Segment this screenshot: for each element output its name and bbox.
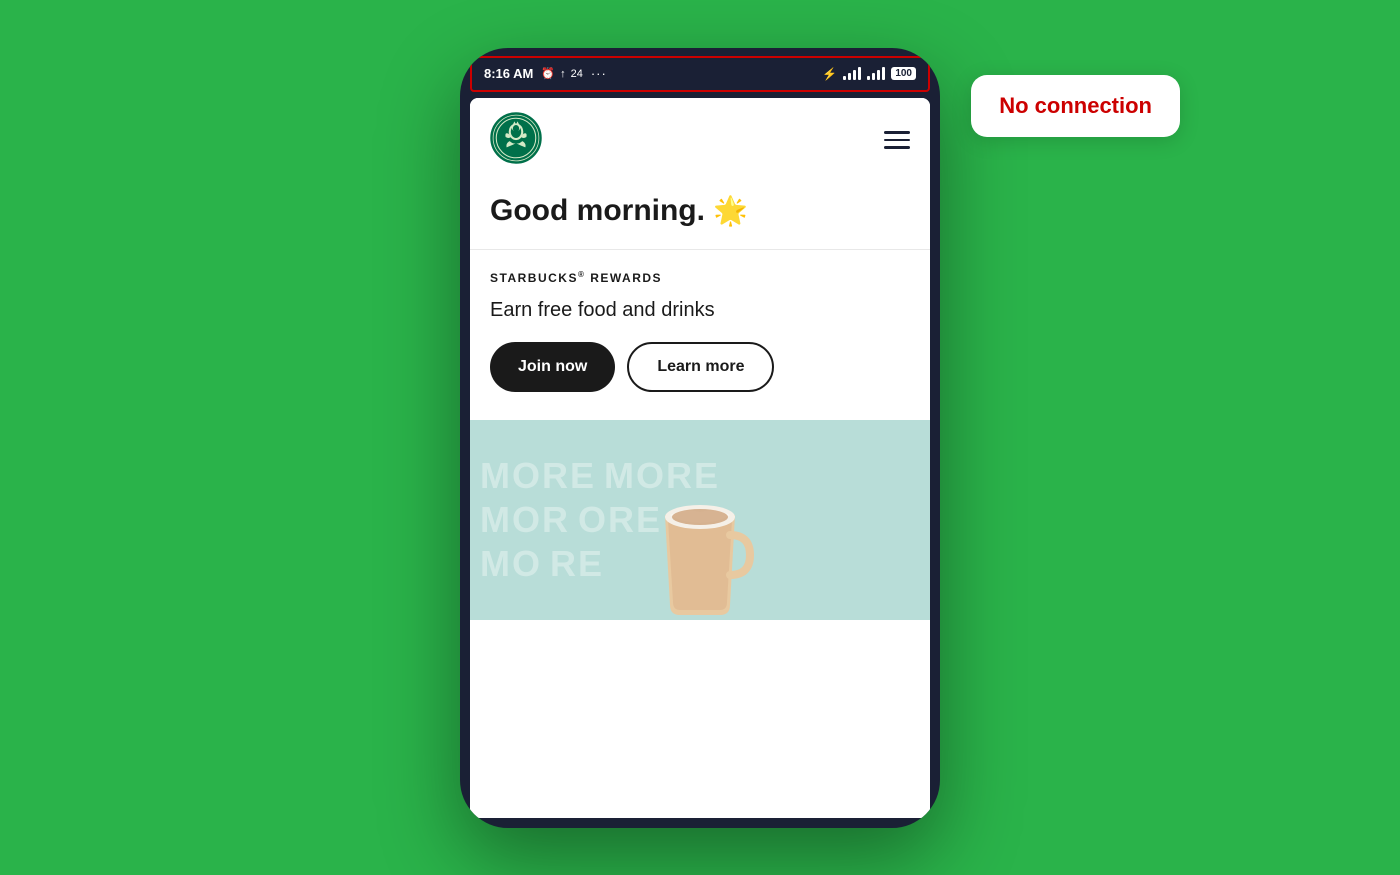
bluetooth-icon: ⚡ [822, 67, 837, 81]
greeting-section: Good morning. 🌟 [470, 183, 930, 250]
notification-count: 24 [571, 68, 583, 80]
starbucks-logo [490, 112, 542, 169]
battery-indicator: 100 [891, 67, 916, 80]
hamburger-line-1 [884, 131, 910, 134]
status-left: 8:16 AM ⏰ ↑ 24 ··· [484, 66, 607, 81]
no-connection-text: No connection [999, 93, 1152, 118]
hamburger-menu-button[interactable] [884, 131, 910, 149]
phone-frame: 8:16 AM ⏰ ↑ 24 ··· ⚡ 100 [460, 48, 940, 828]
status-bar: 8:16 AM ⏰ ↑ 24 ··· ⚡ 100 [470, 56, 930, 92]
app-content: Good morning. 🌟 STARBUCKS® REWARDS Earn … [470, 98, 930, 818]
upload-icon: ↑ [560, 68, 566, 80]
promo-word-3: MOR [480, 499, 570, 541]
alarm-icon: ⏰ [541, 67, 555, 80]
rewards-label: STARBUCKS® REWARDS [490, 270, 910, 285]
promo-word-1: MORE [480, 455, 596, 497]
status-time: 8:16 AM [484, 66, 533, 81]
hamburger-line-3 [884, 146, 910, 149]
promo-word-6: RE [550, 543, 604, 585]
learn-more-button[interactable]: Learn more [627, 342, 774, 392]
signal-bars-1 [843, 67, 861, 80]
overflow-dots: ··· [591, 66, 607, 81]
app-header [470, 98, 930, 183]
rewards-section: STARBUCKS® REWARDS Earn free food and dr… [470, 250, 930, 412]
no-connection-tooltip: No connection [971, 75, 1180, 137]
status-icons: ⏰ ↑ 24 [541, 67, 582, 80]
promo-word-5: MO [480, 543, 542, 585]
join-now-button[interactable]: Join now [490, 342, 615, 392]
greeting-words: Good morning. [490, 194, 705, 227]
greeting-text: Good morning. 🌟 [490, 193, 910, 229]
coffee-cup [640, 460, 760, 620]
promo-section: MORE MORE MOR ORE MO RE [470, 420, 930, 620]
hamburger-line-2 [884, 139, 910, 142]
rewards-buttons: Join now Learn more [490, 342, 910, 392]
status-right: ⚡ 100 [822, 67, 916, 81]
greeting-emoji: 🌟 [713, 195, 748, 226]
rewards-tagline: Earn free food and drinks [490, 299, 910, 322]
signal-bars-2 [867, 67, 885, 80]
